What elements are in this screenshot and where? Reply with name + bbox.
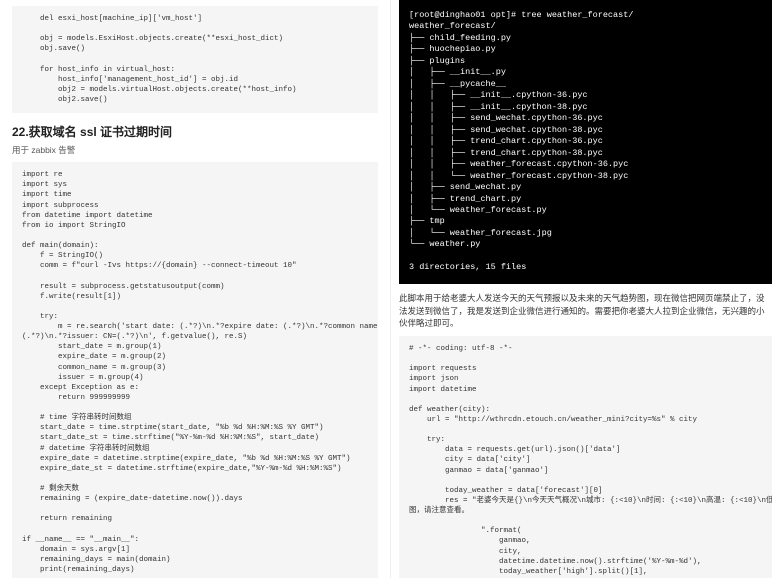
heading-22: 22.获取域名 ssl 证书过期时间 xyxy=(12,123,378,140)
code-block-weather: # -*- coding: utf-8 -*- import requests … xyxy=(399,336,772,578)
note-22: 用于 zabbix 告警 xyxy=(12,144,378,156)
terminal-tree: [root@dinghao01 opt]# tree weather_forec… xyxy=(399,0,772,284)
code-block-ssl: import re import sys import time import … xyxy=(12,162,378,578)
description-text: 此脚本用于给老婆大人发送今天的天气预报以及未来的天气趋势图，现在微信把网页端禁止… xyxy=(399,292,772,330)
code-block-esxi: del esxi_host[machine_ip]['vm_host'] obj… xyxy=(12,6,378,113)
